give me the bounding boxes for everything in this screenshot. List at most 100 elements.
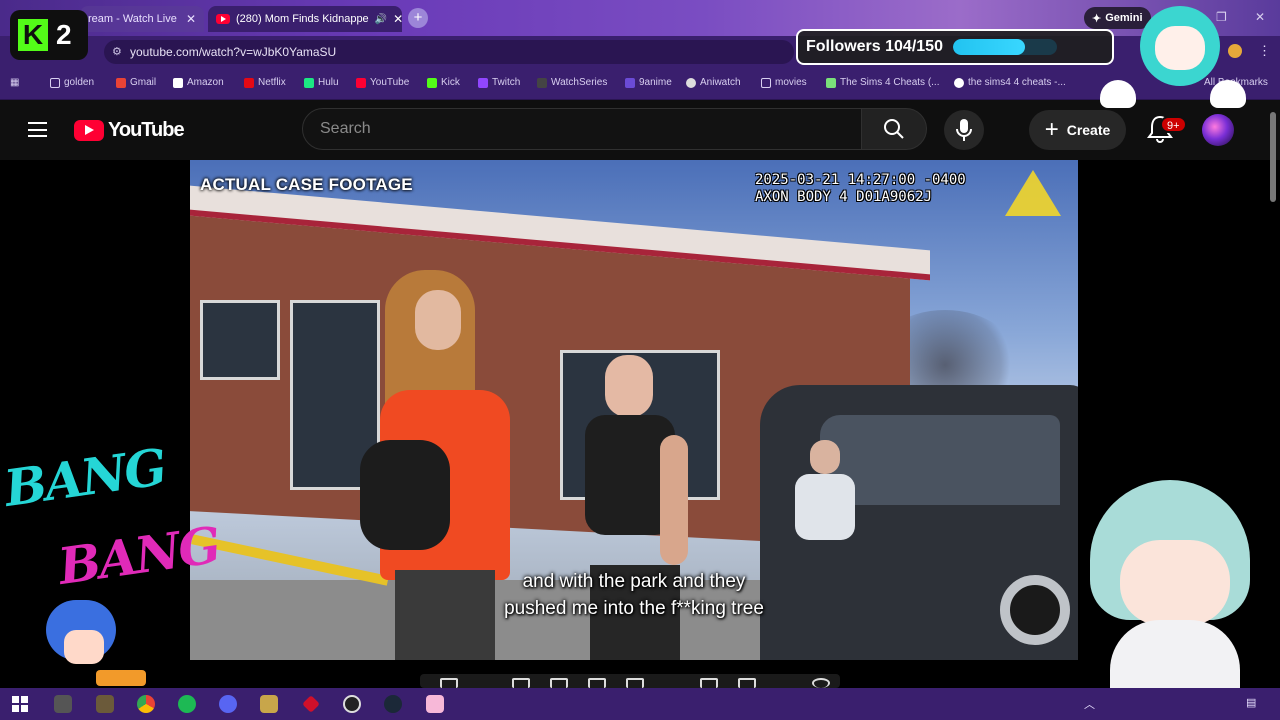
ghost-sticker-icon: [1210, 80, 1246, 108]
folder-icon: [761, 77, 771, 88]
bodycam-device-id: AXON BODY 4 D01A9062J: [755, 189, 933, 205]
close-window-icon[interactable]: ✕: [1255, 10, 1265, 24]
case-footage-label: ACTUAL CASE FOOTAGE: [200, 175, 413, 194]
add-icon[interactable]: [700, 678, 718, 688]
notification-center-icon[interactable]: ▤: [1246, 696, 1256, 709]
bookmark-label: Twitch: [492, 77, 521, 88]
kick-logo-icon: K: [18, 19, 48, 51]
bookmark-golden[interactable]: golden: [50, 77, 94, 88]
page-scrollbar[interactable]: [1270, 112, 1276, 202]
sticker-face: [64, 630, 104, 664]
settings-gear-icon[interactable]: [812, 678, 830, 688]
bookmark-sims4-cheats[interactable]: the sims4 4 cheats -...: [954, 77, 1066, 88]
tab-active[interactable]: (280) Mom Finds Kidnappe 🔊 ✕: [208, 6, 402, 32]
axon-logo-icon: [1005, 170, 1061, 216]
youtube-header: YouTube Search + Create: [0, 100, 1280, 160]
obs-icon[interactable]: [343, 695, 361, 713]
tab-label: (280) Mom Finds Kidnappe: [236, 13, 369, 25]
bookmark-netflix[interactable]: Netflix: [244, 77, 286, 88]
tab-inactive[interactable]: ream - Watch Live ✕: [80, 6, 204, 32]
bookmark-kick[interactable]: Kick: [427, 77, 460, 88]
youtube-logo[interactable]: YouTube: [74, 119, 185, 142]
youtube-favicon-icon: [216, 14, 230, 24]
bookmark-label: Kick: [441, 77, 460, 88]
user-avatar[interactable]: [1202, 114, 1234, 146]
gmail-icon: [116, 77, 126, 88]
voice-search-button[interactable]: [944, 110, 984, 150]
avatar-face: [1120, 540, 1230, 625]
video-frame-face: [810, 440, 840, 474]
pixel-character-sticker: [16, 600, 146, 700]
anime-character-sticker-top: [1100, 6, 1250, 110]
followers-progress-fill: [952, 39, 1026, 55]
theater-icon[interactable]: [626, 678, 644, 688]
subtitle-caption: and with the park and they pushed me int…: [190, 568, 1078, 622]
vtuber-avatar: [1080, 480, 1260, 720]
search-button[interactable]: [861, 108, 927, 150]
taskbar-app-icon[interactable]: [96, 695, 114, 713]
bookmark-watchseries[interactable]: WatchSeries: [537, 77, 607, 88]
netflix-icon: [244, 77, 254, 88]
bookmark-youtube[interactable]: YouTube: [356, 77, 409, 88]
bookmark-hulu[interactable]: Hulu: [304, 77, 339, 88]
bookmark-label: the sims4 4 cheats -...: [968, 77, 1066, 88]
followers-progress-bar: [952, 39, 1057, 55]
plumbob-icon: [826, 77, 836, 88]
spotify-icon[interactable]: [178, 695, 196, 713]
bookmark-label: Hulu: [318, 77, 339, 88]
steam-icon[interactable]: [384, 695, 402, 713]
bookmark-9anime[interactable]: 9anime: [625, 77, 672, 88]
bodycam-overlay-text: 2025-03-21 14:27:00 -0400 AXON BODY 4 D0…: [755, 172, 966, 206]
video-frame-window: [200, 300, 280, 380]
tab-label: ream - Watch Live: [88, 13, 177, 25]
video-frame-face: [415, 290, 461, 350]
taskbar-app-icon[interactable]: [54, 695, 72, 713]
menu-dots-icon[interactable]: ⋮: [1258, 43, 1271, 59]
bodycam-timestamp: 2025-03-21 14:27:00 -0400: [755, 172, 966, 188]
bookmark-gmail[interactable]: Gmail: [116, 77, 156, 88]
miniplayer-icon[interactable]: [588, 678, 606, 688]
bookmark-label: golden: [64, 77, 95, 88]
youtube-play-icon: [74, 120, 104, 141]
chrome-icon[interactable]: [137, 695, 155, 713]
new-tab-button[interactable]: +: [408, 8, 428, 28]
captions-icon[interactable]: [512, 678, 530, 688]
search-input[interactable]: Search: [302, 108, 862, 150]
close-tab-icon[interactable]: ✕: [186, 12, 196, 26]
bookmark-sims-cheats[interactable]: The Sims 4 Cheats (...: [826, 77, 939, 88]
site-info-icon[interactable]: ⚙: [112, 40, 122, 64]
9anime-icon: [625, 77, 635, 88]
sticker-face: [1155, 26, 1205, 70]
caption-line: and with the park and they: [522, 571, 746, 592]
url-field[interactable]: ⚙ youtube.com/watch?v=wJbK0YamaSU: [104, 40, 794, 64]
clip-icon[interactable]: [550, 678, 568, 688]
bookmark-label: Netflix: [258, 77, 286, 88]
league-icon[interactable]: [260, 695, 278, 713]
ghost-sticker-icon: [1100, 80, 1136, 108]
video-frame-body: [795, 474, 855, 540]
screenshot-icon[interactable]: [738, 678, 756, 688]
bookmark-twitch[interactable]: Twitch: [478, 77, 520, 88]
bookmarks-bar: ▦ golden Gmail Amazon Netflix Hulu YouTu…: [0, 68, 1280, 100]
apps-grid-icon[interactable]: ▦: [10, 77, 19, 88]
discord-icon[interactable]: [219, 695, 237, 713]
bang-text-graphic: BANG: [0, 437, 169, 518]
create-button[interactable]: + Create: [1029, 110, 1126, 150]
windows-start-icon[interactable]: [12, 696, 28, 712]
share-icon[interactable]: [440, 678, 458, 688]
taskbar-app-icon[interactable]: [426, 695, 444, 713]
sticker-gun: [96, 670, 146, 686]
bookmark-aniwatch[interactable]: Aniwatch: [686, 77, 741, 88]
plus-icon: +: [1044, 116, 1059, 143]
speaker-icon[interactable]: 🔊: [375, 14, 387, 25]
notification-count-badge: 9+: [1160, 116, 1187, 133]
bookmark-label: Amazon: [187, 77, 224, 88]
tray-chevron-icon[interactable]: ︿: [1084, 696, 1095, 712]
video-player[interactable]: ACTUAL CASE FOOTAGE 2025-03-21 14:27:00 …: [190, 160, 1078, 660]
close-tab-icon[interactable]: ✕: [393, 12, 402, 26]
folder-icon: [50, 77, 60, 88]
hamburger-menu-icon[interactable]: [28, 122, 47, 137]
bookmark-amazon[interactable]: Amazon: [173, 77, 224, 88]
bookmark-movies[interactable]: movies: [761, 77, 807, 88]
bookmark-label: WatchSeries: [551, 77, 608, 88]
